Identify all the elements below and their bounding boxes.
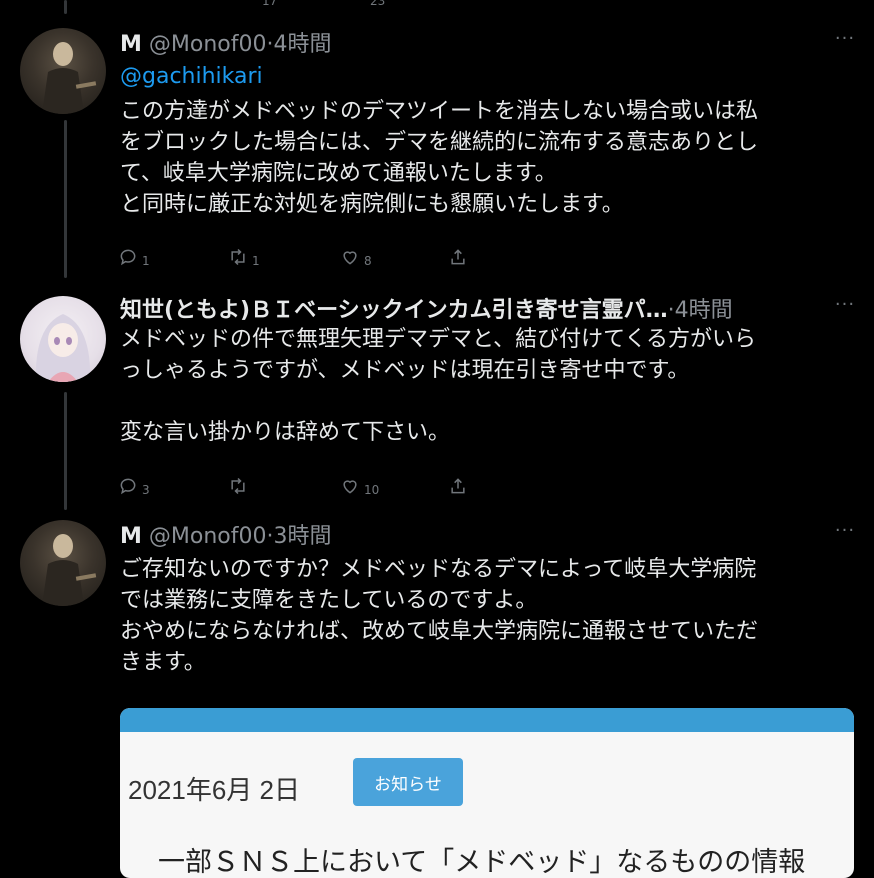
tweet-header: 知世(ともよ)ＢＩベーシックインカム引き寄せ言霊パ…·4時間 bbox=[120, 292, 733, 324]
share-icon bbox=[451, 249, 465, 265]
tweet[interactable]: 知世(ともよ)ＢＩベーシックインカム引き寄せ言霊パ…·4時間 ··· メドベッド… bbox=[0, 280, 874, 508]
tweet-text: ご存知ないのですか？メドベッドなるデマによって岐阜大学病院 では業務に支障をきた… bbox=[120, 554, 850, 678]
retweet-icon bbox=[231, 477, 245, 495]
like-count: 10 bbox=[364, 483, 380, 497]
timestamp[interactable]: 4時間 bbox=[274, 32, 332, 57]
reply-count: 1 bbox=[142, 254, 150, 268]
timestamp[interactable]: 3時間 bbox=[274, 524, 332, 549]
display-name[interactable]: 知世(ともよ)ＢＩベーシックインカム引き寄せ言霊パ… bbox=[120, 298, 668, 323]
reply-button[interactable]: 3 bbox=[118, 476, 150, 496]
share-icon bbox=[451, 478, 465, 494]
tweet-text-line: きます。 bbox=[120, 650, 206, 675]
more-options-icon[interactable]: ··· bbox=[834, 294, 856, 315]
tweet-text-line: と同時に厳正な対処を病院側にも懇願いたします。 bbox=[120, 192, 624, 217]
avatar[interactable] bbox=[20, 520, 106, 606]
tweet-text-line: では業務に支障をきたしているのですよ。 bbox=[120, 588, 538, 613]
tweet-text-line: っしゃるようですが、メドベッドは現在引き寄せ中です。 bbox=[120, 358, 690, 383]
display-name[interactable]: M bbox=[120, 524, 142, 549]
tweet-text-line: この方達がメドベッドのデマツイートを消去しない場合或いは私 bbox=[120, 99, 759, 124]
notice-text: 一部ＳＮＳ上において「メドベッド」なるものの情報 bbox=[158, 847, 806, 878]
separator-dot: · bbox=[266, 524, 274, 549]
like-count: 8 bbox=[364, 254, 372, 268]
tweet[interactable]: M @Monof00·4時間 ··· @gachihikari この方達がメドベ… bbox=[0, 0, 874, 280]
reply-icon bbox=[120, 478, 136, 495]
avatar[interactable] bbox=[20, 296, 106, 382]
more-options-icon[interactable]: ··· bbox=[834, 28, 856, 49]
tweet-text-line: メドベッドの件で無理矢理デマデマと、結び付けてくる方がいら bbox=[120, 327, 757, 352]
notice-badge: お知らせ bbox=[353, 758, 463, 806]
user-handle[interactable]: @Monof00 bbox=[149, 524, 267, 549]
retweet-icon bbox=[231, 248, 245, 266]
timestamp[interactable]: 4時間 bbox=[675, 298, 733, 323]
tweet-text-line: ご存知ないのですか？メドベッドなるデマによって岐阜大学病院 bbox=[120, 557, 757, 582]
heart-icon bbox=[343, 251, 357, 265]
display-name[interactable]: M bbox=[120, 32, 142, 57]
reply-icon bbox=[120, 249, 136, 266]
tweet-header: M @Monof00·3時間 bbox=[120, 518, 332, 550]
tweet-text-line bbox=[120, 386, 850, 417]
like-button[interactable]: 8 bbox=[340, 247, 372, 267]
reply-button[interactable]: 1 bbox=[118, 247, 150, 267]
tweet-header: M @Monof00·4時間 bbox=[120, 26, 332, 58]
more-options-icon[interactable]: ··· bbox=[834, 520, 856, 541]
like-button[interactable]: 10 bbox=[340, 476, 379, 496]
reply-count: 3 bbox=[142, 483, 150, 497]
retweet-button[interactable] bbox=[228, 476, 252, 496]
retweet-button[interactable]: 1 bbox=[228, 247, 260, 267]
tweet-text: メドベッドの件で無理矢理デマデマと、結び付けてくる方がいら っしゃるようですが、… bbox=[120, 324, 850, 448]
avatar[interactable] bbox=[20, 28, 106, 114]
tweet-text-line: 変な言い掛かりは辞めて下さい。 bbox=[120, 420, 451, 445]
separator-dot: · bbox=[266, 32, 274, 57]
attached-image[interactable]: 2021年6月 2日 お知らせ 一部ＳＮＳ上において「メドベッド」なるものの情報 bbox=[120, 708, 854, 878]
retweet-count: 1 bbox=[252, 254, 260, 268]
notice-date: 2021年6月 2日 bbox=[128, 775, 300, 805]
share-button[interactable] bbox=[448, 247, 468, 267]
heart-icon bbox=[343, 480, 357, 494]
image-header-band bbox=[120, 708, 854, 732]
user-handle[interactable]: @Monof00 bbox=[149, 32, 267, 57]
separator-dot: · bbox=[667, 298, 675, 323]
tweet-text-line: おやめにならなければ、改めて岐阜大学病院に通報させていただ bbox=[120, 619, 759, 644]
tweet-text-line: て、岐阜大学病院に改めて通報いたします。 bbox=[120, 161, 557, 186]
share-button[interactable] bbox=[448, 476, 468, 496]
reply-mention[interactable]: @gachihikari bbox=[120, 64, 263, 89]
tweet-text-line: をブロックした場合には、デマを継続的に流布する意志ありとし bbox=[120, 130, 759, 155]
tweet-text: この方達がメドベッドのデマツイートを消去しない場合或いは私 をブロックした場合に… bbox=[120, 96, 850, 220]
